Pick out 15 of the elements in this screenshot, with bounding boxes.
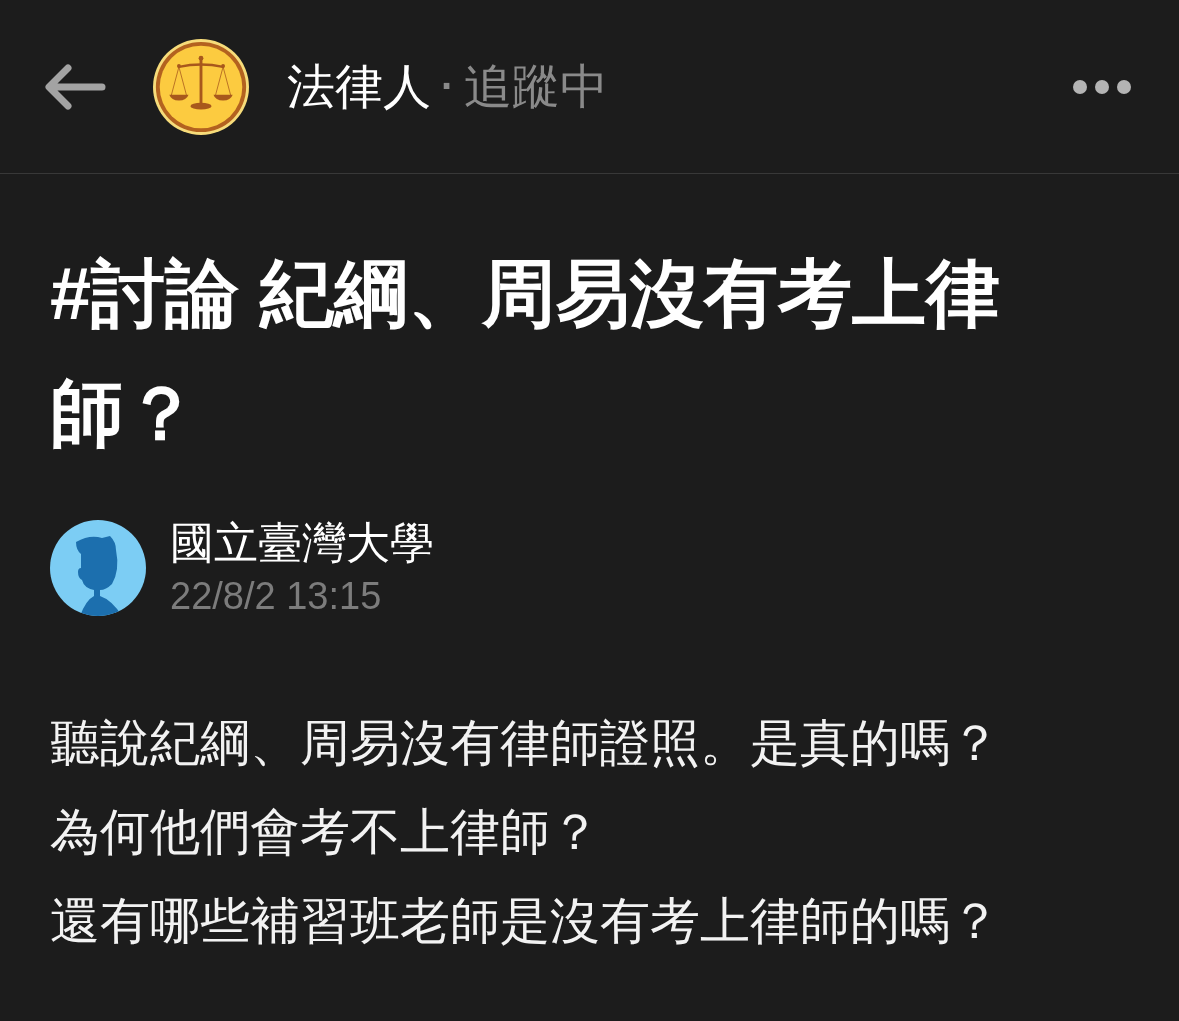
back-button[interactable] (44, 63, 106, 110)
author-name[interactable]: 國立臺灣大學 (170, 515, 434, 571)
user-silhouette-icon (50, 520, 146, 616)
body-text: 為何他們會考不上律師？ (50, 803, 601, 862)
body-text: 還有哪些補習班老師是沒有考上律師的嗎？ (50, 892, 1001, 951)
separator-dot: · (441, 64, 455, 109)
scales-icon (153, 38, 249, 135)
post-title: #討論 紀綱、周易沒有考上律師？ (50, 251, 1001, 457)
more-icon (1073, 79, 1131, 94)
left-arrow-icon (44, 63, 106, 110)
follow-status[interactable]: 追蹤中 (464, 54, 609, 119)
body-text: 聽說紀綱、周易沒有律師證照。是真的嗎？ (50, 714, 1001, 773)
post-time: 22/8/2 13:15 (170, 574, 383, 619)
more-button[interactable] (1073, 79, 1131, 94)
board-name[interactable]: 法律人 (287, 54, 431, 119)
